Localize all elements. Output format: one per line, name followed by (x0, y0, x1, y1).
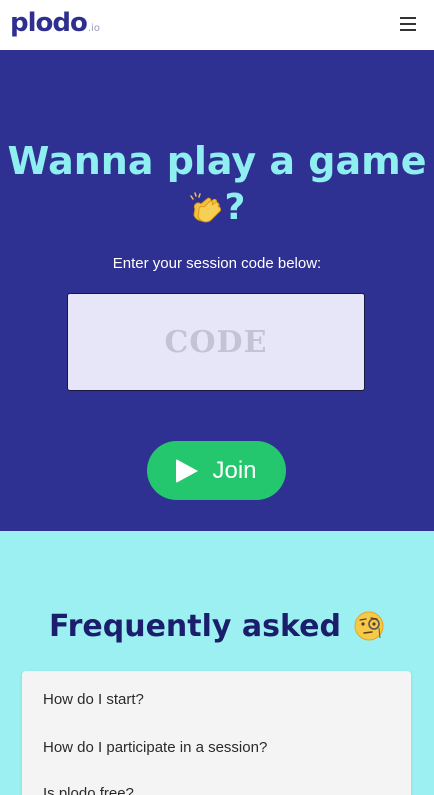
join-button-label: Join (212, 456, 257, 484)
faq-item-how-to-start[interactable]: How do I start? (43, 691, 144, 708)
clapping-hands-icon (189, 192, 221, 223)
faq-item-is-free[interactable]: Is plodo free? (43, 785, 134, 795)
navbar: plodo .io (0, 0, 434, 50)
faq-title: Frequently asked (0, 609, 434, 644)
play-icon (176, 458, 199, 483)
logo-domain: .io (87, 23, 100, 34)
join-button[interactable]: Join (147, 441, 286, 500)
hero-title-line2: ? (0, 186, 434, 230)
plodo-logo[interactable]: plodo .io (10, 8, 100, 38)
faq-section: Frequently asked How do I start? How do … (0, 531, 434, 795)
hero-section: Wanna play a game ? Enter your session c… (0, 50, 434, 531)
hero-title: Wanna play a game (7, 139, 427, 183)
faq-list: How do I start? How do I participate in … (22, 671, 411, 795)
faq-title-text: Frequently asked (49, 609, 341, 644)
session-code-label: Enter your session code below: (112, 255, 322, 272)
session-code-input[interactable] (67, 293, 365, 391)
hero-title-suffix: ? (224, 187, 246, 228)
monocle-face-icon (354, 611, 384, 641)
hamburger-menu-icon[interactable] (400, 17, 416, 31)
faq-item-participate[interactable]: How do I participate in a session? (43, 739, 267, 756)
logo-text: plodo (10, 8, 88, 38)
